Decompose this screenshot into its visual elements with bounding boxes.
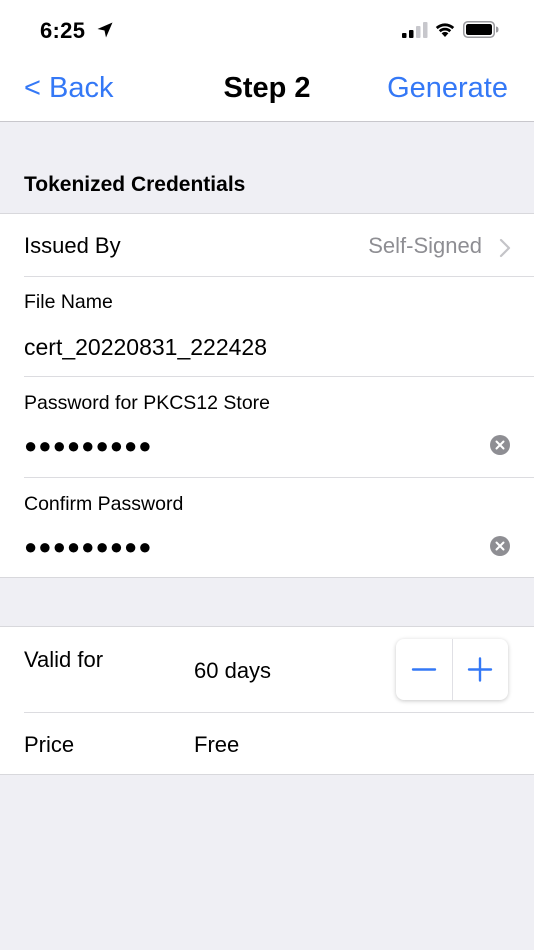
generate-button[interactable]: Generate (387, 72, 508, 105)
confirm-password-label: Confirm Password (24, 493, 184, 515)
issued-by-label: Issued By (24, 233, 121, 258)
price-label: Price (24, 732, 75, 757)
separator (24, 276, 534, 277)
plus-icon (467, 657, 493, 682)
validity-stepper[interactable] (396, 639, 508, 700)
validity-group: Valid for 60 days Price Free (0, 626, 534, 775)
confirm-password-field[interactable]: ●●●●●●●●● (24, 536, 153, 558)
battery-icon (463, 21, 499, 38)
status-time: 6:25 (40, 18, 86, 43)
password-field[interactable]: ●●●●●●●●● (24, 435, 153, 457)
valid-for-label: Valid for (24, 647, 104, 672)
file-name-field[interactable]: cert_20220831_222428 (24, 334, 267, 361)
navigation-bar: < Back Step 2 Generate (0, 60, 534, 122)
clear-password-icon[interactable] (490, 435, 510, 455)
price-value: Free (194, 732, 240, 757)
minus-icon (411, 668, 437, 671)
issued-by-row[interactable]: Issued By Self-Signed (0, 214, 534, 276)
password-label: Password for PKCS12 Store (24, 392, 271, 414)
clear-confirm-password-icon[interactable] (490, 536, 510, 556)
wifi-icon (435, 23, 455, 37)
increment-button[interactable] (452, 639, 508, 700)
separator (24, 477, 534, 478)
chevron-right-icon (499, 238, 511, 258)
section-header: Tokenized Credentials (24, 173, 246, 196)
signal-icon (402, 22, 428, 38)
file-name-label: File Name (24, 291, 113, 313)
credentials-group: Issued By Self-Signed File Name cert_202… (0, 213, 534, 578)
separator (24, 376, 534, 377)
issued-by-value: Self-Signed (368, 233, 482, 258)
status-bar: 6:25 (0, 0, 534, 60)
decrement-button[interactable] (396, 639, 452, 700)
valid-for-value: 60 days (194, 658, 272, 683)
separator (24, 712, 534, 713)
location-arrow-icon (97, 22, 113, 38)
